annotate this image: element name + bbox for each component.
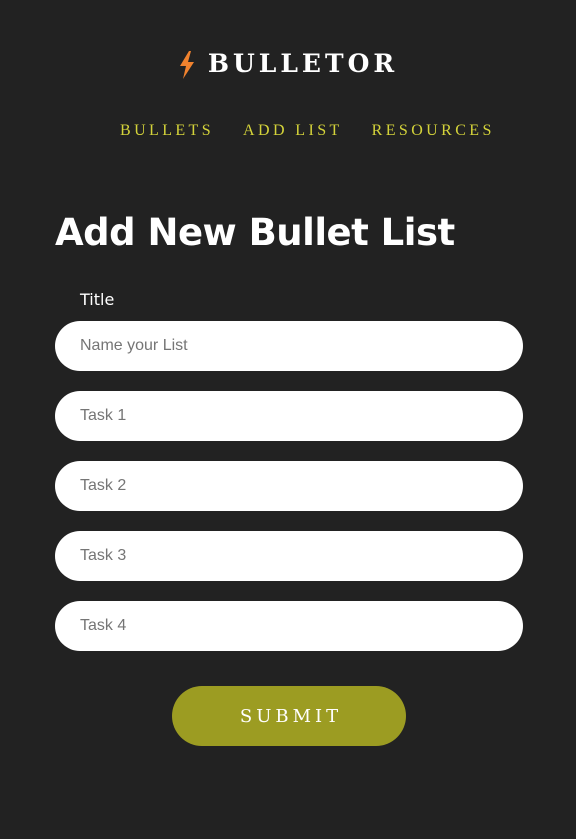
submit-button[interactable]: SUBMIT [172, 686, 406, 746]
task-3-input[interactable] [55, 531, 523, 581]
brand[interactable]: BULLETOR [0, 48, 576, 80]
task-1-input[interactable] [55, 391, 523, 441]
task-4-input[interactable] [55, 601, 523, 651]
task-2-input[interactable] [55, 461, 523, 511]
nav-link-add-list[interactable]: ADD LIST [243, 121, 343, 141]
title-label: Title [80, 290, 115, 309]
page-title: Add New Bullet List [55, 211, 455, 254]
nav-link-bullets[interactable]: BULLETS [120, 121, 214, 141]
lightning-bolt-icon [178, 51, 196, 79]
list-name-input[interactable] [55, 321, 523, 371]
nav-link-resources[interactable]: RESOURCES [372, 121, 495, 141]
brand-name: BULLETOR [207, 49, 399, 78]
main-nav: BULLETS ADD LIST RESOURCES [120, 121, 495, 141]
